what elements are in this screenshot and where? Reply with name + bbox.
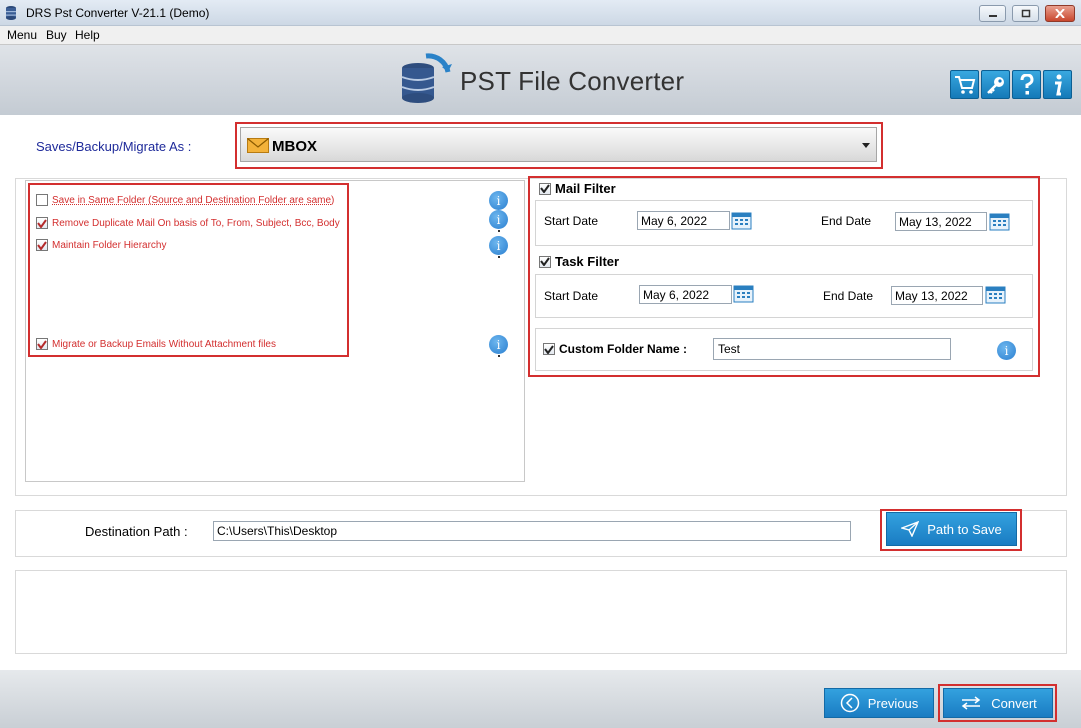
- task-start-date-input[interactable]: May 6, 2022: [639, 285, 732, 304]
- save-as-label: Saves/Backup/Migrate As :: [36, 139, 192, 154]
- menu-item-buy[interactable]: Buy: [46, 28, 67, 42]
- arrow-left-circle-icon: [840, 693, 859, 713]
- checkmark-icon: [540, 257, 550, 266]
- checkbox-custom-folder[interactable]: [543, 343, 555, 355]
- destination-path-input[interactable]: C:\Users\This\Desktop: [213, 521, 851, 541]
- app-icon: [6, 6, 16, 20]
- title-bar: DRS Pst Converter V-21.1 (Demo): [0, 0, 1081, 26]
- database-logo-icon: [401, 53, 452, 103]
- previous-label: Previous: [867, 695, 919, 711]
- info-icon[interactable]: i: [489, 210, 508, 232]
- mail-start-date-label: Start Date: [544, 214, 599, 228]
- custom-folder-label: Custom Folder Name :: [559, 342, 688, 356]
- option-label: Save in Same Folder (Source and Destinat…: [52, 194, 335, 206]
- send-icon: [901, 521, 920, 537]
- info-icon[interactable]: i: [997, 341, 1016, 360]
- checkmark-icon: [544, 344, 554, 354]
- option-label: Migrate or Backup Emails Without Attachm…: [52, 338, 276, 350]
- minimize-icon: [988, 15, 997, 17]
- mail-end-date-input[interactable]: May 13, 2022: [895, 212, 987, 231]
- menu-item-menu[interactable]: Menu: [7, 28, 37, 42]
- swap-arrows-icon: [961, 696, 981, 710]
- app-header: PST File Converter: [0, 45, 1081, 115]
- checkbox-without-attachments[interactable]: [36, 338, 48, 350]
- options-highlight: [28, 183, 349, 357]
- key-icon: [986, 76, 1004, 94]
- checkbox-maintain-hierarchy[interactable]: [36, 239, 48, 251]
- checkbox-save-same-folder[interactable]: [36, 194, 48, 206]
- task-end-date-label: End Date: [823, 289, 874, 303]
- custom-folder-input[interactable]: Test: [713, 338, 951, 360]
- menu-item-help[interactable]: Help: [75, 28, 100, 42]
- task-filter-title: Task Filter: [555, 254, 620, 269]
- checkbox-task-filter[interactable]: [539, 255, 551, 268]
- help-button[interactable]: [1012, 70, 1041, 99]
- activate-key-button[interactable]: [981, 70, 1010, 99]
- mail-end-date-label: End Date: [821, 214, 872, 228]
- checkmark-icon: [37, 339, 47, 349]
- menu-bar: Menu Buy Help: [0, 26, 1081, 45]
- main-panel: Saves/Backup/Migrate As : MBOX Save in S…: [0, 115, 1081, 670]
- maximize-button[interactable]: [1012, 5, 1039, 22]
- window-title: DRS Pst Converter V-21.1 (Demo): [26, 6, 210, 20]
- checkbox-remove-duplicate[interactable]: [36, 217, 48, 229]
- task-start-date-label: Start Date: [544, 289, 599, 303]
- info-icon: [1054, 74, 1062, 95]
- about-button[interactable]: [1043, 70, 1072, 99]
- log-area: [15, 570, 1067, 654]
- convert-button[interactable]: Convert: [943, 688, 1053, 718]
- convert-label: Convert: [991, 695, 1037, 711]
- info-icon[interactable]: i: [489, 335, 508, 357]
- mail-filter-toggle[interactable]: Mail Filter: [539, 181, 616, 196]
- info-icon[interactable]: i: [489, 191, 508, 213]
- mail-start-date-input[interactable]: May 6, 2022: [637, 211, 730, 230]
- checkmark-icon: [37, 240, 47, 250]
- option-maintain-hierarchy[interactable]: Maintain Folder Hierarchy: [36, 238, 167, 252]
- calendar-icon[interactable]: [989, 212, 1010, 231]
- destination-path-label: Destination Path :: [85, 524, 188, 539]
- option-label: Maintain Folder Hierarchy: [52, 239, 167, 251]
- custom-folder-toggle[interactable]: Custom Folder Name :: [543, 342, 687, 356]
- close-icon: [1055, 9, 1065, 18]
- maximize-icon: [1021, 9, 1030, 18]
- option-label: Remove Duplicate Mail On basis of To, Fr…: [52, 217, 340, 229]
- calendar-icon[interactable]: [733, 284, 754, 303]
- path-to-save-label: Path to Save: [927, 521, 1002, 537]
- format-selected-value: MBOX: [272, 138, 317, 155]
- info-icon[interactable]: i: [489, 236, 508, 258]
- checkbox-mail-filter[interactable]: [539, 182, 551, 195]
- help-icon: [1020, 73, 1034, 94]
- app-brand-title: PST File Converter: [460, 66, 685, 96]
- path-to-save-button[interactable]: Path to Save: [886, 512, 1017, 546]
- mail-envelope-icon: [247, 138, 269, 153]
- checkmark-icon: [540, 184, 550, 193]
- previous-button[interactable]: Previous: [824, 688, 934, 718]
- minimize-button[interactable]: [979, 5, 1006, 22]
- chevron-down-icon: [862, 143, 870, 148]
- task-filter-toggle[interactable]: Task Filter: [539, 254, 619, 269]
- calendar-icon[interactable]: [985, 285, 1006, 304]
- footer-bar: Previous Convert: [0, 670, 1081, 728]
- calendar-icon[interactable]: [731, 211, 752, 230]
- cart-icon: [954, 75, 975, 94]
- task-end-date-input[interactable]: May 13, 2022: [891, 286, 983, 305]
- buy-cart-button[interactable]: [950, 70, 979, 99]
- close-button[interactable]: [1045, 5, 1075, 22]
- checkmark-icon: [37, 218, 47, 228]
- option-remove-duplicate[interactable]: Remove Duplicate Mail On basis of To, Fr…: [36, 216, 340, 230]
- format-select[interactable]: MBOX: [240, 127, 877, 162]
- mail-filter-title: Mail Filter: [555, 181, 616, 196]
- option-without-attachments[interactable]: Migrate or Backup Emails Without Attachm…: [36, 337, 276, 351]
- option-save-same-folder[interactable]: Save in Same Folder (Source and Destinat…: [36, 193, 334, 207]
